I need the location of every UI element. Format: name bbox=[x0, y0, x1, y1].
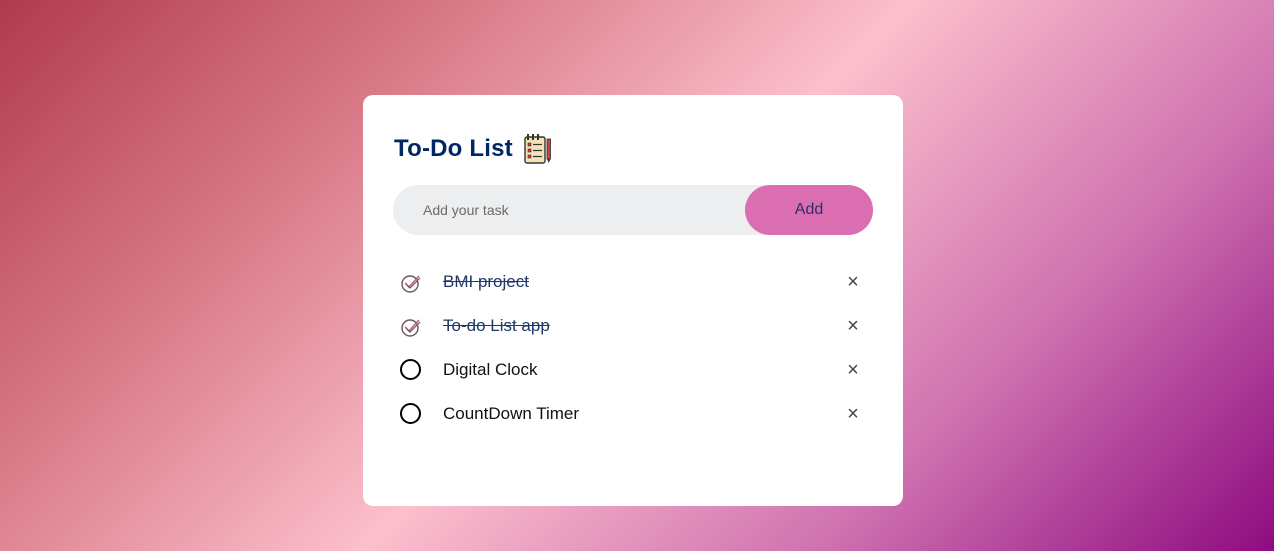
todo-card: To-Do List Add your task Add BMI project… bbox=[363, 95, 903, 506]
checked-icon[interactable] bbox=[400, 316, 422, 338]
task-label: To-do List app bbox=[443, 316, 550, 335]
page-title: To-Do List bbox=[394, 135, 513, 162]
list-item[interactable]: BMI project × bbox=[393, 259, 873, 303]
title-row: To-Do List bbox=[394, 131, 553, 167]
delete-icon[interactable]: × bbox=[844, 403, 862, 425]
task-list: BMI project × To-do List app × Digital C… bbox=[393, 259, 873, 435]
list-item[interactable]: To-do List app × bbox=[393, 303, 873, 347]
task-label: Digital Clock bbox=[443, 360, 538, 379]
task-label: BMI project bbox=[443, 272, 529, 291]
task-input-row: Add bbox=[393, 184, 873, 236]
delete-icon[interactable]: × bbox=[844, 359, 862, 381]
checked-icon[interactable] bbox=[400, 272, 422, 294]
delete-icon[interactable]: × bbox=[844, 315, 862, 337]
list-item[interactable]: Digital Clock × bbox=[393, 347, 873, 391]
task-label: CountDown Timer bbox=[443, 404, 580, 423]
unchecked-circle-icon[interactable] bbox=[400, 403, 421, 424]
unchecked-circle-icon[interactable] bbox=[400, 359, 421, 380]
notepad-checklist-icon bbox=[523, 133, 553, 165]
task-input[interactable] bbox=[393, 184, 745, 236]
list-item[interactable]: CountDown Timer × bbox=[393, 391, 873, 435]
delete-icon[interactable]: × bbox=[844, 271, 862, 293]
add-button[interactable]: Add bbox=[745, 185, 873, 235]
